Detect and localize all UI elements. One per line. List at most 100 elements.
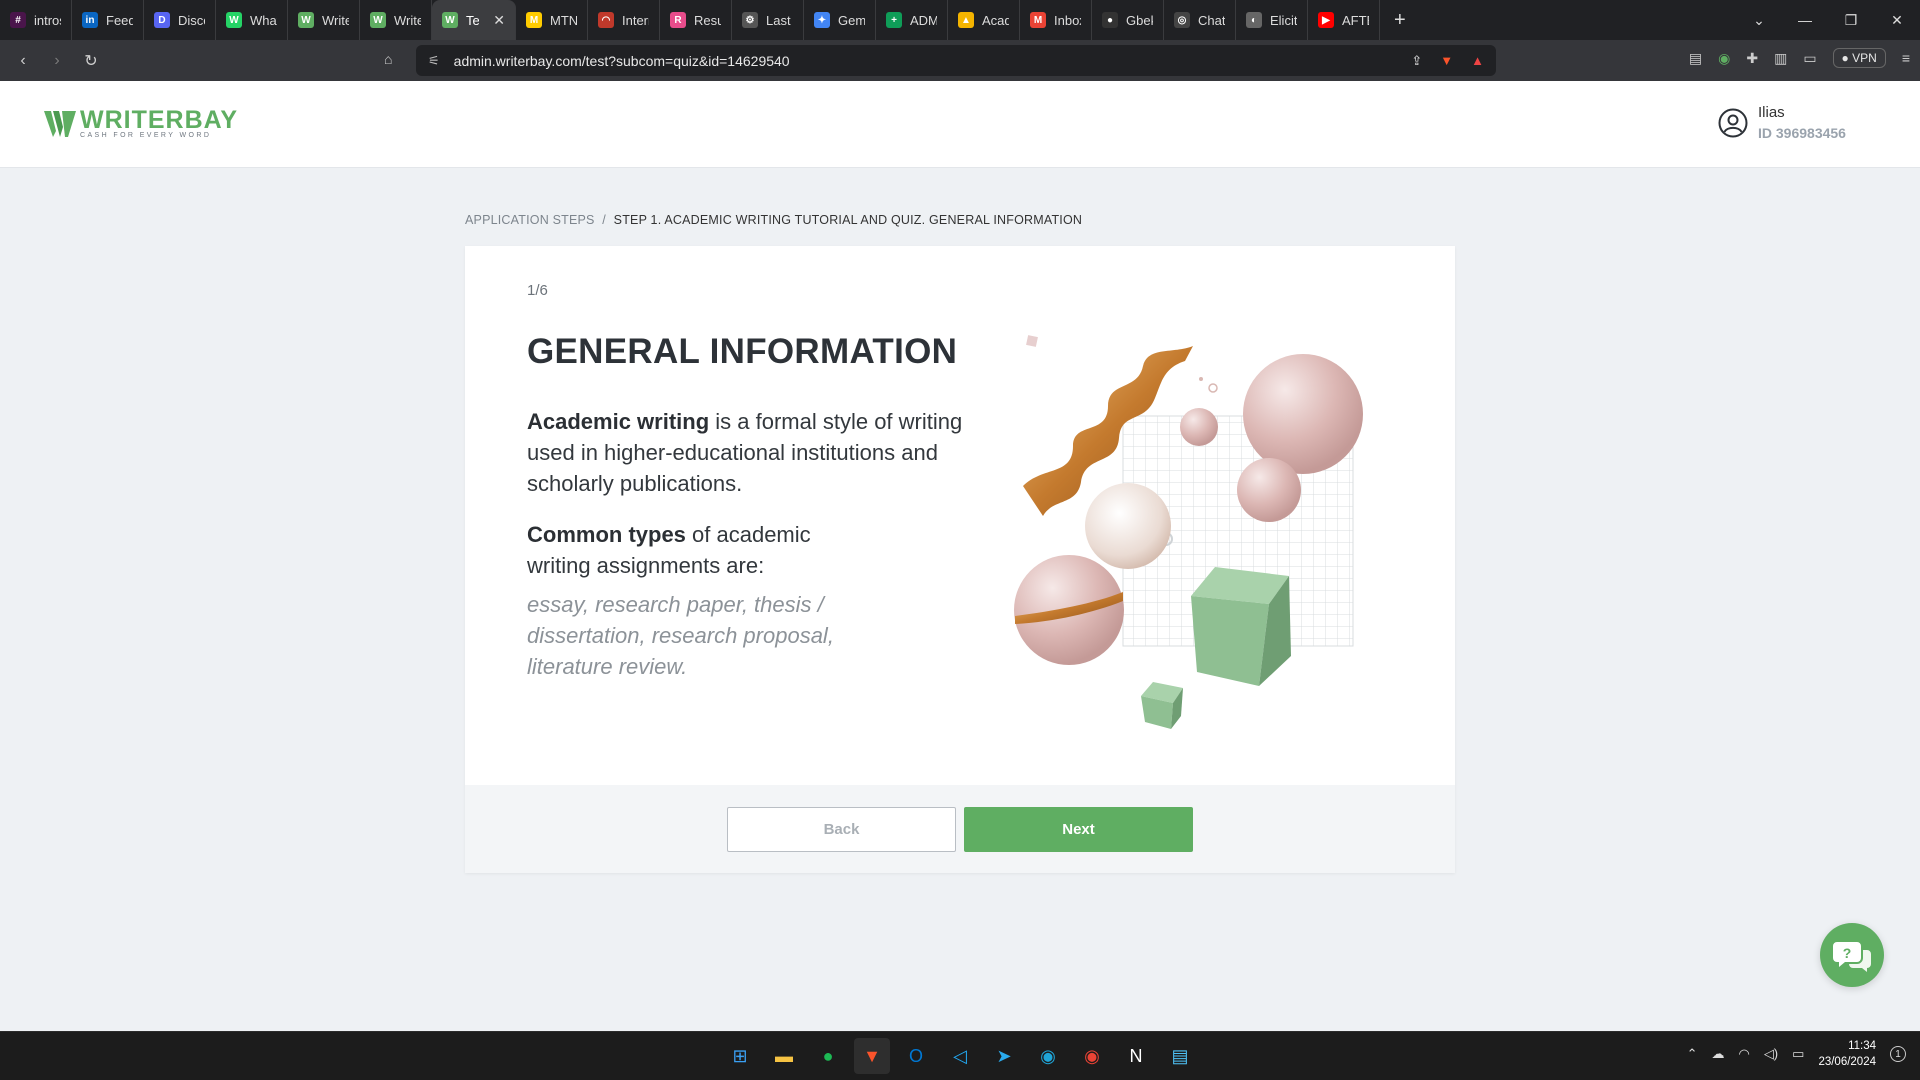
drive-icon: ▲ — [958, 12, 974, 28]
volume-icon[interactable]: ◁) — [1764, 1046, 1778, 1062]
browser-tab-label: Internet — [622, 12, 649, 28]
brave-icon[interactable]: ▼ — [854, 1038, 890, 1074]
browser-tab[interactable]: W WhatsAp — [216, 0, 288, 40]
notification-badge[interactable]: 1 — [1890, 1046, 1906, 1062]
edge-icon-glyph: ◉ — [1040, 1045, 1056, 1066]
clock[interactable]: 11:34 23/06/2024 — [1818, 1038, 1876, 1070]
user-profile[interactable]: Ilias ID 396983456 — [1718, 103, 1846, 143]
browser-tab-strip: # intros (C in Feed | Li D Discord W WhatsAp W Wr… — [0, 0, 1920, 40]
tab-search-icon[interactable]: ⌄ — [1736, 12, 1782, 29]
browser-tab[interactable]: M Inbox - — [1020, 0, 1092, 40]
share-icon[interactable]: ⇪ — [1411, 53, 1422, 69]
browser-tab-label: ChatGP — [1198, 12, 1225, 28]
browser-tab[interactable]: W WriterBa — [288, 0, 360, 40]
close-window-button[interactable]: ✕ — [1874, 12, 1920, 29]
sidebar-icon[interactable]: ▥ — [1774, 50, 1787, 67]
browser-tab[interactable]: ◎ ChatGP — [1164, 0, 1236, 40]
menu-icon[interactable]: ≡ — [1902, 50, 1910, 66]
browser-tab-label: Last nar — [766, 12, 793, 28]
writerbay-icon: W — [370, 12, 386, 28]
back-nav-icon[interactable]: ‹ — [6, 52, 40, 70]
browser-tab[interactable]: in Feed | Li — [72, 0, 144, 40]
vscode-icon-glyph: ◁ — [953, 1045, 967, 1066]
notion-icon[interactable]: N — [1118, 1038, 1154, 1074]
bookmark-icon[interactable]: ⌂ — [384, 51, 392, 67]
brave-shields-icon[interactable]: ▼ — [1440, 53, 1453, 68]
site-header: WRITERBAY CASH FOR EVERY WORD Ilias ID 3… — [0, 81, 1920, 168]
notepad-icon[interactable]: ▤ — [1162, 1038, 1198, 1074]
browser-tab[interactable]: M MTN Mo — [516, 0, 588, 40]
address-bar[interactable]: ⚟ admin.writerbay.com/test?subcom=quiz&i… — [416, 45, 1496, 76]
browser-tab-label: Test — [466, 12, 480, 28]
breadcrumb-root[interactable]: APPLICATION STEPS — [465, 213, 595, 227]
breadcrumb-current: STEP 1. ACADEMIC WRITING TUTORIAL AND QU… — [613, 213, 1083, 227]
tab-list: # intros (C in Feed | Li D Discord W WhatsAp W Wr… — [0, 0, 1380, 40]
browser-tab[interactable]: ● Gbekoil — [1092, 0, 1164, 40]
elicit-icon: ◐ — [1246, 12, 1262, 28]
browser-tab[interactable]: ▶ AFTER S — [1308, 0, 1380, 40]
edge-icon[interactable]: ◉ — [1030, 1038, 1066, 1074]
gmail-icon: M — [1030, 12, 1046, 28]
browser-tab[interactable]: + ADMISS — [876, 0, 948, 40]
forward-nav-icon[interactable]: › — [40, 52, 74, 70]
site-info-icon[interactable]: ⚟ — [428, 53, 440, 69]
help-chat-button[interactable]: ? — [1820, 923, 1884, 987]
browser-tab-label: Gemini — [838, 12, 865, 28]
browser-tab[interactable]: ⚙ Last nar — [732, 0, 804, 40]
browser-tab[interactable]: ◐ Elicit: Th — [1236, 0, 1308, 40]
brave-rewards-icon[interactable]: ▲ — [1471, 53, 1484, 68]
extension-icon[interactable]: ◉ — [1718, 50, 1730, 67]
internet-icon: ◠ — [598, 12, 614, 28]
reading-list-icon[interactable]: ▤ — [1689, 50, 1702, 67]
browser-tab[interactable]: ◠ Internet — [588, 0, 660, 40]
browser-tab-label: Inbox - — [1054, 12, 1081, 28]
tutorial-card: 1/6 GENERAL INFORMATION Academic writing… — [465, 246, 1455, 873]
browser-tab[interactable]: R Resume — [660, 0, 732, 40]
next-button[interactable]: Next — [964, 807, 1193, 852]
browser-tab[interactable]: W WriterBa — [360, 0, 432, 40]
writerbay-icon: W — [442, 12, 458, 28]
file-explorer-icon[interactable]: ▬ — [766, 1038, 802, 1074]
writerbay-icon: W — [298, 12, 314, 28]
back-button[interactable]: Back — [727, 807, 956, 852]
discord-icon: D — [154, 12, 170, 28]
os-taskbar: ⊞ ▬ ● ▼ O ◁ ➤ ◉ ◉ N ▤ ⌃ ☁ ◠ ◁) ▭ 11:34 23/06/2024 … — [0, 1031, 1920, 1080]
browser-tab[interactable]: W Test ✕ — [432, 0, 516, 40]
browser-tab[interactable]: ▲ Academ — [948, 0, 1020, 40]
battery-icon[interactable]: ▭ — [1792, 1046, 1804, 1062]
definition-paragraph: Academic writing is a formal style of wr… — [527, 406, 967, 499]
browser-tab[interactable]: D Discord — [144, 0, 216, 40]
outlook-icon-glyph: O — [908, 1045, 923, 1066]
user-avatar-icon — [1718, 108, 1748, 138]
onedrive-icon[interactable]: ☁ — [1711, 1046, 1724, 1062]
spotify-icon[interactable]: ● — [810, 1038, 846, 1074]
extensions-puzzle-icon[interactable]: ✚ — [1746, 50, 1758, 67]
writerbay-logo-icon — [44, 111, 76, 137]
minimize-button[interactable]: — — [1782, 12, 1828, 28]
browser-tab[interactable]: # intros (C — [0, 0, 72, 40]
browser-tab-label: AFTER S — [1342, 12, 1369, 28]
user-id: ID 396983456 — [1758, 125, 1846, 141]
tray-chevron-icon[interactable]: ⌃ — [1687, 1046, 1698, 1062]
restore-button[interactable]: ❐ — [1828, 12, 1874, 29]
url-text[interactable]: admin.writerbay.com/test?subcom=quiz&id=… — [454, 53, 1394, 69]
browser-tab-label: WriterBa — [394, 12, 421, 28]
new-tab-button[interactable]: + — [1380, 9, 1420, 32]
chatgpt-icon: ◎ — [1174, 12, 1190, 28]
browser-tab[interactable]: ✦ Gemini — [804, 0, 876, 40]
browser-tab-label: Feed | Li — [106, 12, 133, 28]
chrome-icon[interactable]: ◉ — [1074, 1038, 1110, 1074]
vscode-icon[interactable]: ◁ — [942, 1038, 978, 1074]
outlook-icon[interactable]: O — [898, 1038, 934, 1074]
brave-icon-glyph: ▼ — [863, 1045, 881, 1066]
wallet-icon[interactable]: ▭ — [1803, 50, 1816, 67]
reload-icon[interactable]: ↻ — [74, 51, 108, 71]
telegram-icon[interactable]: ➤ — [986, 1038, 1022, 1074]
wifi-icon[interactable]: ◠ — [1738, 1046, 1749, 1062]
vpn-button[interactable]: ● VPN — [1832, 48, 1886, 68]
browser-toolbar: ‹ › ↻ ⌂ ⚟ admin.writerbay.com/test?subco… — [0, 40, 1920, 81]
telegram-icon-glyph: ➤ — [996, 1045, 1012, 1066]
close-tab-icon[interactable]: ✕ — [493, 12, 505, 29]
writerbay-logo[interactable]: WRITERBAY CASH FOR EVERY WORD — [44, 108, 238, 140]
windows-start-icon[interactable]: ⊞ — [722, 1038, 758, 1074]
